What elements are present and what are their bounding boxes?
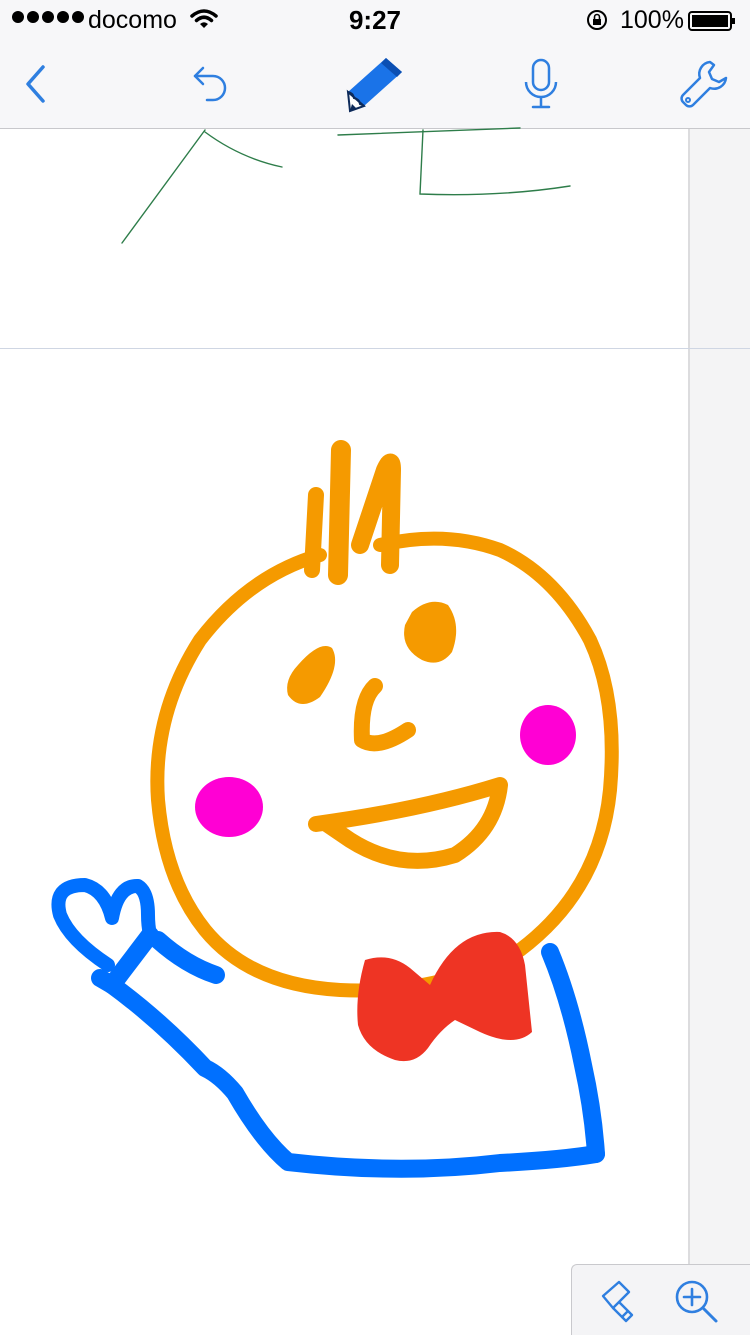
right-eye (404, 601, 457, 663)
right-cheek (520, 705, 576, 765)
drawing-layer (51, 127, 619, 1178)
zoom-in-icon (675, 1280, 718, 1323)
left-cheek (195, 777, 263, 837)
bottom-tool-panel (571, 1264, 750, 1335)
zoom-in-button[interactable] (668, 1273, 724, 1329)
handwriting-strokes (121, 127, 571, 244)
eraser-icon (601, 1280, 634, 1323)
bowtie (357, 931, 532, 1062)
left-eye (287, 646, 336, 705)
eraser-button[interactable] (590, 1273, 646, 1329)
